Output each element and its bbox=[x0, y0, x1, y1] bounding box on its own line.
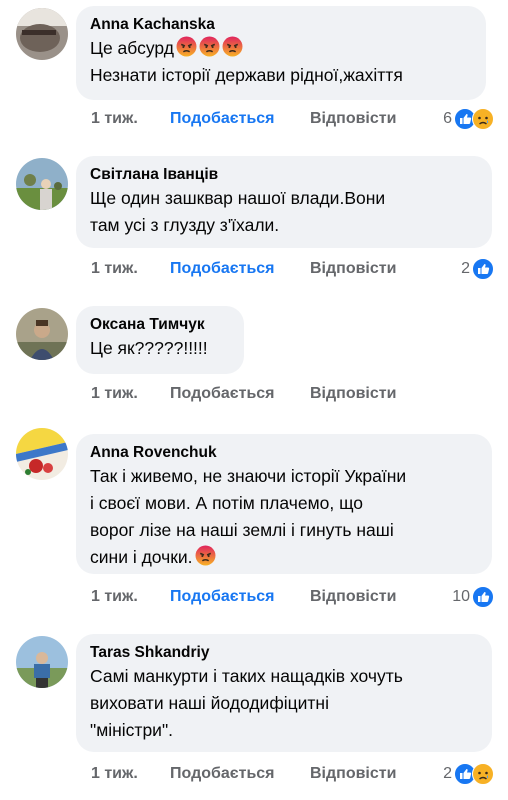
comment-bubble: Оксана Тимчук Це як?????!!!!! bbox=[76, 306, 244, 374]
comment-line: там усі з глузду з'їхали. bbox=[90, 215, 280, 235]
comment-bubble: Світлана Іванців Ще один зашквар нашої в… bbox=[76, 156, 492, 248]
comment-line: сини і дочки. bbox=[90, 547, 193, 567]
comment-text: Ще один зашквар нашої влади.Вони там усі… bbox=[90, 185, 478, 239]
sad-reaction-icon bbox=[472, 763, 494, 785]
comment-line: Це абсурд bbox=[90, 38, 174, 58]
like-button[interactable]: Подобається bbox=[170, 383, 275, 405]
comment-line: виховати наші йододифіцитні bbox=[90, 693, 329, 713]
reply-button[interactable]: Відповісти bbox=[310, 258, 396, 280]
avatar[interactable] bbox=[16, 8, 68, 60]
reply-button[interactable]: Відповісти bbox=[310, 586, 396, 608]
like-button[interactable]: Подобається bbox=[170, 258, 275, 280]
reply-button[interactable]: Відповісти bbox=[310, 763, 396, 785]
reaction-summary[interactable]: 2 bbox=[461, 257, 494, 281]
comment-bubble: Anna Rovenchuk Так і живемо, не знаючи і… bbox=[76, 434, 492, 574]
comment-text: Це абсурд Незнати історії держави рідної… bbox=[90, 35, 472, 89]
angry-face-icon bbox=[195, 545, 216, 566]
avatar[interactable] bbox=[16, 636, 68, 688]
comment-line: і своєї мови. А потім плачемо, що bbox=[90, 493, 364, 513]
comment-text: Самі манкурти і таких нащадків хочуть ви… bbox=[90, 663, 478, 744]
comment-time-link[interactable]: 1 тиж. bbox=[91, 258, 138, 280]
comment-author[interactable]: Taras Shkandriy bbox=[90, 643, 478, 663]
comment-line: Самі манкурти і таких нащадків хочуть bbox=[90, 666, 403, 686]
comment-bubble: Taras Shkandriy Самі манкурти і таких на… bbox=[76, 634, 492, 752]
comment-text: Це як?????!!!!! bbox=[90, 335, 230, 362]
comment-line: Ще один зашквар нашої влади.Вони bbox=[90, 188, 386, 208]
comment-line: ворог лізе на наші землі і гинуть наші bbox=[90, 520, 394, 540]
comment-line: "міністри". bbox=[90, 720, 174, 740]
comment-author[interactable]: Оксана Тимчук bbox=[90, 315, 230, 335]
comment-line: Це як?????!!!!! bbox=[90, 338, 208, 358]
like-button[interactable]: Подобається bbox=[170, 586, 275, 608]
reaction-count: 2 bbox=[443, 765, 452, 782]
avatar[interactable] bbox=[16, 308, 68, 360]
reply-button[interactable]: Відповісти bbox=[310, 108, 396, 130]
avatar[interactable] bbox=[16, 158, 68, 210]
comment-line: Незнати історії держави рідної,жахіття bbox=[90, 65, 403, 85]
reaction-summary[interactable]: 10 bbox=[452, 585, 494, 609]
comment-author[interactable]: Anna Kachanska bbox=[90, 15, 472, 35]
angry-face-icon bbox=[222, 36, 243, 57]
sad-reaction-icon bbox=[472, 108, 494, 130]
comment-line: Так і живемо, не знаючи історії України bbox=[90, 466, 407, 486]
comment-author[interactable]: Світлана Іванців bbox=[90, 165, 478, 185]
angry-face-icon bbox=[199, 36, 220, 57]
comment-time-link[interactable]: 1 тиж. bbox=[91, 763, 138, 785]
comment-time-link[interactable]: 1 тиж. bbox=[91, 383, 138, 405]
like-button[interactable]: Подобається bbox=[170, 108, 275, 130]
avatar[interactable] bbox=[16, 428, 68, 480]
angry-face-icon bbox=[176, 36, 197, 57]
comment-author[interactable]: Anna Rovenchuk bbox=[90, 443, 478, 463]
reaction-count: 2 bbox=[461, 260, 470, 277]
reaction-summary[interactable]: 2 bbox=[443, 762, 494, 786]
reaction-summary[interactable]: 6 bbox=[443, 107, 494, 131]
reaction-count: 10 bbox=[452, 588, 470, 605]
like-reaction-icon bbox=[472, 258, 494, 280]
comment-bubble: Anna Kachanska Це абсурд Незнати історії… bbox=[76, 6, 486, 100]
reply-button[interactable]: Відповісти bbox=[310, 383, 396, 405]
comment-text: Так і живемо, не знаючи історії України … bbox=[90, 463, 478, 571]
comment-time-link[interactable]: 1 тиж. bbox=[91, 108, 138, 130]
like-reaction-icon bbox=[472, 586, 494, 608]
reaction-count: 6 bbox=[443, 110, 452, 127]
comment-time-link[interactable]: 1 тиж. bbox=[91, 586, 138, 608]
like-button[interactable]: Подобається bbox=[170, 763, 275, 785]
